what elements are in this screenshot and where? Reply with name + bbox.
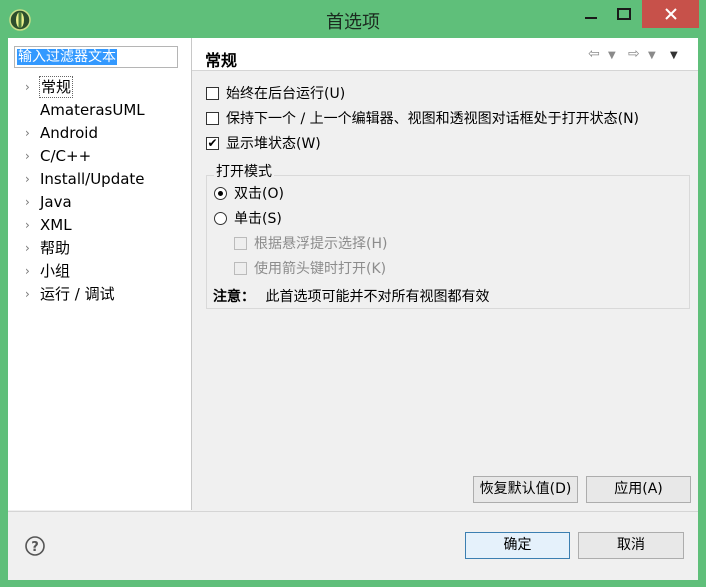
checkbox[interactable] <box>206 87 219 100</box>
help-icon[interactable]: ? <box>25 536 45 556</box>
expand-arrow-icon[interactable]: › <box>25 76 35 98</box>
tree-item-label: Android <box>40 124 98 142</box>
tree-item-label: 帮助 <box>40 239 71 257</box>
view-menu-icon[interactable]: ▼ <box>670 50 678 61</box>
dialog-footer: ? 确定 取消 <box>8 511 698 580</box>
maximize-icon <box>617 8 631 20</box>
close-icon <box>664 8 677 20</box>
page-title: 常规 <box>205 51 238 70</box>
forward-arrow-icon[interactable]: ⇨ <box>628 46 640 62</box>
expand-arrow-icon[interactable]: › <box>25 168 35 190</box>
tree-item-label: Install/Update <box>40 170 145 188</box>
note-body: 此首选项可能并不对所有视图都有效 <box>265 289 490 305</box>
tree-item-label: C/C++ <box>40 147 92 165</box>
expand-arrow-icon[interactable]: › <box>25 237 35 259</box>
tree-item[interactable]: › 运行 / 调试 <box>8 283 191 305</box>
tree-item[interactable]: › XML <box>8 214 191 236</box>
dialog-body: 输入过滤器文本 › 常规 AmaterasUML › Android › C/C++ › Ins… <box>8 38 698 580</box>
close-button[interactable] <box>642 0 699 28</box>
tree-item-label: 小组 <box>40 262 71 280</box>
tree-item[interactable]: AmaterasUML <box>8 99 191 121</box>
cancel-button[interactable]: 取消 <box>578 532 684 559</box>
tree-item[interactable]: › Android <box>8 122 191 144</box>
tree-item-label: Java <box>40 193 72 211</box>
checkbox[interactable] <box>206 112 219 125</box>
radio-button[interactable] <box>214 212 227 225</box>
preference-tree-pane: 输入过滤器文本 › 常规 AmaterasUML › Android › C/C++ › Ins… <box>8 38 192 510</box>
expand-arrow-icon[interactable]: › <box>25 283 35 305</box>
filter-input-text: 输入过滤器文本 <box>17 49 117 65</box>
tree-item[interactable]: › 小组 <box>8 260 191 282</box>
svg-text:?: ? <box>31 540 39 555</box>
filter-input[interactable]: 输入过滤器文本 <box>14 46 178 68</box>
expand-arrow-icon[interactable]: › <box>25 145 35 167</box>
tree-item[interactable]: › C/C++ <box>8 145 191 167</box>
expand-arrow-icon[interactable]: › <box>25 260 35 282</box>
expand-arrow-icon[interactable]: › <box>25 214 35 236</box>
checkbox-disabled <box>234 262 247 275</box>
page-header: 常规 ⇦ ▼ ⇨ ▼ ▼ <box>192 38 698 71</box>
ok-button[interactable]: 确定 <box>465 532 570 559</box>
expand-arrow-icon[interactable]: › <box>25 122 35 144</box>
title-bar[interactable]: 首选项 <box>0 0 706 38</box>
checkbox-disabled <box>234 237 247 250</box>
tree-item[interactable]: › 帮助 <box>8 237 191 259</box>
back-menu-icon[interactable]: ▼ <box>608 50 616 61</box>
expand-arrow-icon[interactable]: › <box>25 191 35 213</box>
tree-item-label: 运行 / 调试 <box>40 285 115 303</box>
checkbox-checked[interactable]: ✔ <box>206 137 219 150</box>
minimize-icon <box>585 17 597 19</box>
tree-item-label: 常规 <box>39 76 74 98</box>
minimize-button[interactable] <box>575 0 607 28</box>
maximize-button[interactable] <box>608 0 640 28</box>
tree-item[interactable]: › 常规 <box>8 76 191 98</box>
preference-page: 常规 ⇦ ▼ ⇨ ▼ ▼ 始终在后台运行(U) 保持下一个 / 上一个编辑器、视… <box>192 38 698 510</box>
tree-item-label: XML <box>40 216 72 234</box>
restore-defaults-button[interactable]: 恢复默认值(D) <box>473 476 578 503</box>
note-label: 注意： <box>213 289 255 305</box>
note-text: 注意： 此首选项可能并不对所有视图都有效 <box>213 286 489 306</box>
tree-item[interactable]: › Java <box>8 191 191 213</box>
preferences-window: 首选项 输入过滤器文本 › 常规 AmaterasUML › Android › C/C++… <box>0 0 706 587</box>
forward-menu-icon[interactable]: ▼ <box>648 50 656 61</box>
tree-item-label: AmaterasUML <box>40 101 145 119</box>
back-arrow-icon[interactable]: ⇦ <box>588 46 600 62</box>
open-mode-title: 打开模式 <box>214 161 274 181</box>
apply-button[interactable]: 应用(A) <box>586 476 691 503</box>
radio-button-selected[interactable] <box>214 187 227 200</box>
tree-item[interactable]: › Install/Update <box>8 168 191 190</box>
